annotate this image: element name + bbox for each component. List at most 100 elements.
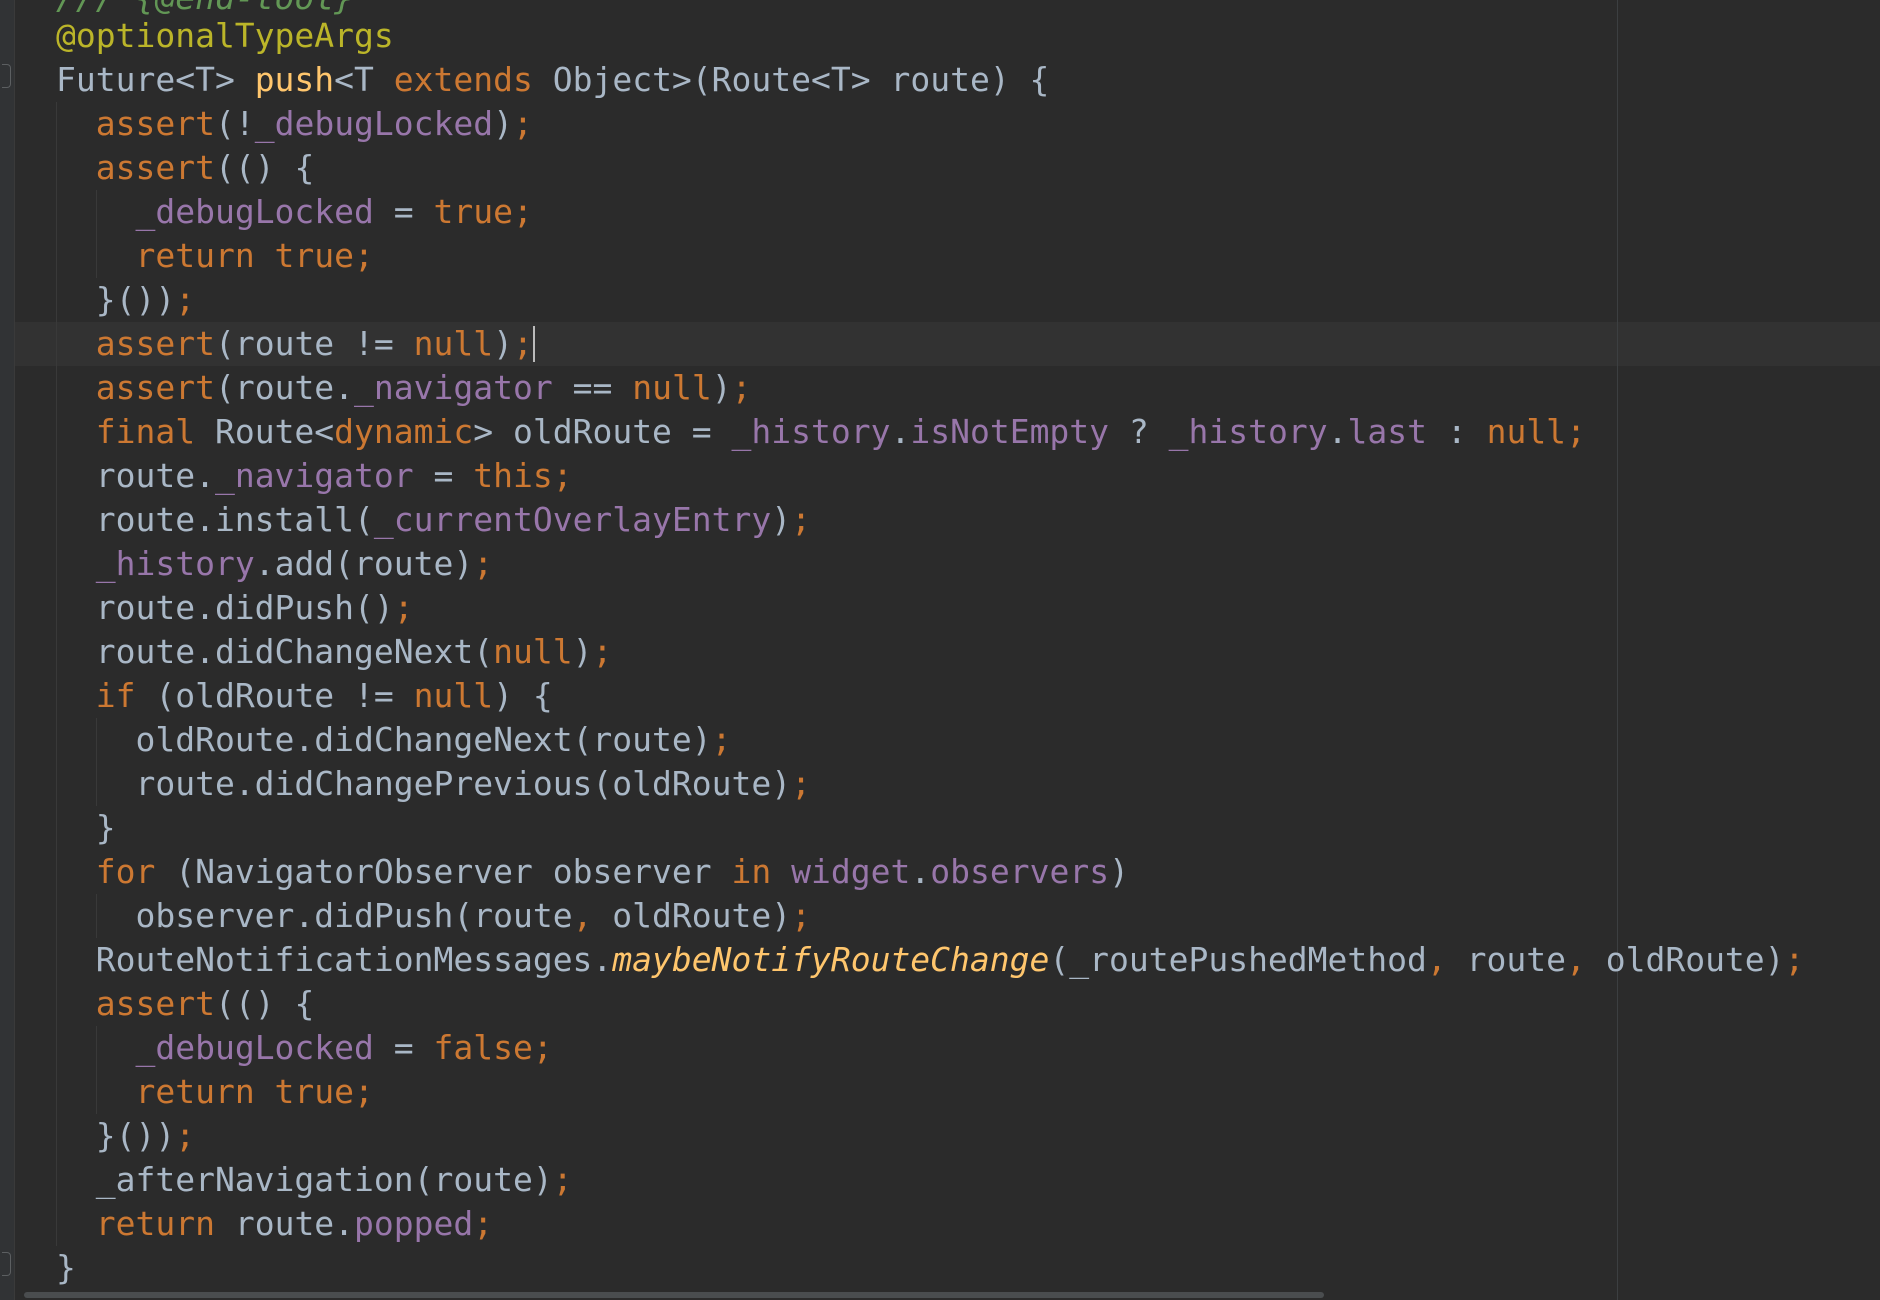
indent-guide xyxy=(56,366,57,410)
code-token: route. xyxy=(214,1204,355,1243)
code-token: ) { xyxy=(493,676,553,715)
code-token: ) xyxy=(1109,852,1129,891)
code-token: (_routePushedMethod xyxy=(1049,940,1427,979)
indent-guide xyxy=(96,190,97,234)
code-line[interactable]: oldRoute.didChangeNext(route); xyxy=(56,718,1804,762)
indent-guide xyxy=(56,1114,57,1158)
code-token: route. xyxy=(56,456,215,495)
code-line[interactable]: }()); xyxy=(56,278,1804,322)
indent-guide xyxy=(56,542,57,586)
indent-guide xyxy=(56,278,57,322)
code-line[interactable]: route.didChangeNext(null); xyxy=(56,630,1804,674)
code-line[interactable]: for (NavigatorObserver observer in widge… xyxy=(56,850,1804,894)
code-token: , xyxy=(1426,940,1447,979)
code-line[interactable]: RouteNotificationMessages.maybeNotifyRou… xyxy=(56,938,1804,982)
code-token: ; xyxy=(791,896,811,935)
code-token: _debugLocked xyxy=(135,192,374,231)
code-line[interactable]: route.install(_currentOverlayEntry); xyxy=(56,498,1804,542)
code-line[interactable]: return route.popped; xyxy=(56,1202,1804,1246)
code-token: assert xyxy=(95,148,215,187)
code-token: (oldRoute != xyxy=(135,676,414,715)
indent-guide xyxy=(56,938,57,982)
code-token: . xyxy=(1327,412,1348,451)
indent-guide xyxy=(56,894,57,938)
code-line[interactable]: _debugLocked = true; xyxy=(56,190,1804,234)
code-line[interactable]: assert(route._navigator == null); xyxy=(56,366,1804,410)
code-token: null xyxy=(1486,412,1567,451)
indent-guide xyxy=(56,498,57,542)
code-token: @optionalTypeArgs xyxy=(56,16,394,55)
code-editor[interactable]: /// {@end-tool} @optionalTypeArgsFuture<… xyxy=(0,0,1880,1300)
indent-guide xyxy=(56,1202,57,1246)
code-line[interactable]: } xyxy=(56,1246,1804,1290)
code-token: observers xyxy=(930,852,1110,891)
code-token: _afterNavigation(route) xyxy=(56,1160,553,1199)
indent-guide xyxy=(56,102,57,146)
code-token: _history xyxy=(95,544,255,583)
fold-marker-icon[interactable] xyxy=(2,64,11,88)
code-token: assert xyxy=(95,984,215,1023)
code-line[interactable]: observer.didPush(route, oldRoute); xyxy=(56,894,1804,938)
code-line[interactable]: Future<T> push<T extends Object>(Route<T… xyxy=(56,58,1804,102)
code-token: (() { xyxy=(214,984,315,1023)
code-token: (() { xyxy=(214,148,315,187)
code-line[interactable]: route.didChangePrevious(oldRoute); xyxy=(56,762,1804,806)
code-token: route.didPush() xyxy=(56,588,394,627)
code-token: ; xyxy=(1566,412,1586,451)
code-line[interactable]: route.didPush(); xyxy=(56,586,1804,630)
code-token: dynamic xyxy=(334,412,474,451)
indent-guide xyxy=(56,806,57,850)
indent-guide xyxy=(56,146,57,190)
code-line[interactable]: assert(() { xyxy=(56,146,1804,190)
code-token: null xyxy=(632,368,712,407)
code-token: ; xyxy=(354,1072,374,1111)
code-token: last xyxy=(1347,412,1427,451)
indent-guide xyxy=(56,586,57,630)
code-line[interactable]: assert(!_debugLocked); xyxy=(56,102,1804,146)
indent-guide xyxy=(56,982,57,1026)
code-token: <T xyxy=(334,60,394,99)
code-token: } xyxy=(56,1248,76,1287)
code-token: }()) xyxy=(56,280,176,319)
code-area[interactable]: @optionalTypeArgs Future<T> push<T extend… xyxy=(56,14,1804,1290)
code-token: ; xyxy=(473,544,494,583)
code-line[interactable]: if (oldRoute != null) { xyxy=(56,674,1804,718)
code-token: ; xyxy=(175,1116,196,1155)
code-token: false xyxy=(433,1028,533,1067)
code-token: observer.didPush(route xyxy=(56,896,573,935)
code-line[interactable]: return true; xyxy=(56,1070,1804,1114)
code-line[interactable]: final Route<dynamic> oldRoute = _history… xyxy=(56,410,1804,454)
indent-guide xyxy=(56,234,57,278)
indent-guide xyxy=(56,674,57,718)
code-line[interactable]: _afterNavigation(route); xyxy=(56,1158,1804,1202)
code-token: final xyxy=(95,412,196,451)
code-line[interactable]: _debugLocked = false; xyxy=(56,1026,1804,1070)
code-token: = xyxy=(373,192,434,231)
code-line[interactable]: @optionalTypeArgs xyxy=(56,14,1804,58)
code-line[interactable]: }()); xyxy=(56,1114,1804,1158)
code-token: Route< xyxy=(195,412,335,451)
code-line[interactable]: assert(() { xyxy=(56,982,1804,1026)
indent-guide xyxy=(96,762,97,806)
code-line[interactable]: _history.add(route); xyxy=(56,542,1804,586)
indent-guide xyxy=(56,1026,57,1070)
code-line[interactable]: route._navigator = this; xyxy=(56,454,1804,498)
code-token: return xyxy=(95,1204,215,1243)
code-line[interactable]: } xyxy=(56,806,1804,850)
code-line[interactable]: return true; xyxy=(56,234,1804,278)
code-token: ; xyxy=(1784,940,1805,979)
code-token: null xyxy=(413,676,494,715)
horizontal-scrollbar[interactable] xyxy=(24,1292,1324,1298)
code-line[interactable]: assert(route != null); xyxy=(56,322,1804,366)
indent-guide xyxy=(56,410,57,454)
code-token: Future<T> xyxy=(56,60,255,99)
fold-marker-icon[interactable] xyxy=(2,1252,11,1276)
code-token: ) xyxy=(572,632,593,671)
code-token: , xyxy=(1565,940,1586,979)
code-token: , xyxy=(572,896,593,935)
code-token: ; xyxy=(532,1028,553,1067)
text-cursor xyxy=(532,326,535,362)
